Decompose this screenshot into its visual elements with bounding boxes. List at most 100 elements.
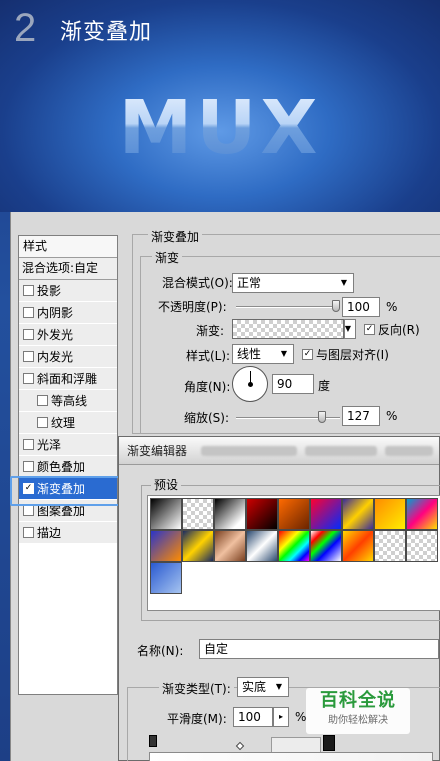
blend-options-item[interactable]: 混合选项:自定	[19, 258, 117, 280]
gradient-bar[interactable]	[149, 752, 433, 761]
align-label: 与图层对齐(I)	[316, 348, 389, 362]
style-item[interactable]: 光泽	[19, 434, 117, 456]
preset-swatch[interactable]	[374, 498, 406, 530]
style-label: 样式(L):	[186, 349, 231, 363]
style-item-label: 纹理	[51, 415, 76, 430]
name-label: 名称(N):	[137, 644, 184, 658]
align-option[interactable]: ✓ 与图层对齐(I)	[302, 346, 389, 363]
opacity-stop-left[interactable]	[149, 735, 157, 747]
angle-dial[interactable]	[232, 366, 268, 402]
chevron-down-icon: ▼	[344, 324, 352, 333]
style-item-label: 光泽	[37, 437, 62, 452]
style-item-checkbox[interactable]	[23, 439, 34, 450]
gradient-type-label: 渐变类型(T):	[159, 680, 234, 697]
opacity-row: 不透明度(P):	[158, 298, 227, 315]
blurred-text	[385, 446, 433, 456]
style-item[interactable]: 内发光	[19, 346, 117, 368]
opacity-slider-thumb[interactable]	[332, 300, 340, 312]
name-input[interactable]: 自定	[199, 639, 439, 659]
scale-label: 缩放(S):	[184, 411, 230, 425]
step-number: 2	[14, 6, 37, 50]
scale-slider[interactable]	[236, 411, 340, 423]
preset-swatch[interactable]	[406, 530, 438, 562]
editor-title-bar[interactable]: 渐变编辑器	[119, 437, 439, 465]
mux-logo: MUX	[0, 85, 440, 171]
style-item[interactable]: 内阴影	[19, 302, 117, 324]
scale-unit: %	[386, 409, 398, 423]
blend-mode-select[interactable]: 正常 ▼	[232, 273, 354, 293]
style-item-checkbox[interactable]	[23, 527, 34, 538]
style-item[interactable]: 描边	[19, 522, 117, 544]
preset-swatch[interactable]	[182, 530, 214, 562]
gradient-preview[interactable]	[232, 319, 344, 339]
scale-input[interactable]: 127	[342, 406, 380, 426]
scale-row: 缩放(S):	[184, 409, 229, 426]
blurred-text	[201, 446, 297, 456]
style-select[interactable]: 线性 ▼	[232, 344, 294, 364]
style-value: 线性	[237, 347, 262, 361]
style-item-label: 外发光	[37, 327, 74, 342]
hero-banner: 2 渐变叠加 MUX	[0, 0, 440, 212]
style-item-checkbox[interactable]	[23, 329, 34, 340]
preset-swatch[interactable]	[278, 498, 310, 530]
chevron-down-icon: ▼	[275, 682, 283, 691]
watermark-main: 百科全说	[320, 690, 396, 711]
style-item-checkbox[interactable]	[23, 351, 34, 362]
style-item-checkbox[interactable]	[23, 461, 34, 472]
preset-swatch[interactable]	[342, 530, 374, 562]
style-item[interactable]: 颜色叠加	[19, 456, 117, 478]
style-item-checkbox[interactable]	[23, 307, 34, 318]
smoothness-stepper[interactable]: ▸	[273, 707, 289, 727]
style-item[interactable]: 纹理	[19, 412, 117, 434]
style-item[interactable]: 外发光	[19, 324, 117, 346]
gradient-dropdown[interactable]: ▼	[344, 319, 356, 339]
selection-highlight	[10, 476, 121, 506]
preset-swatch[interactable]	[150, 498, 182, 530]
opacity-slider[interactable]	[236, 300, 340, 312]
blurred-text	[305, 446, 377, 456]
style-item-checkbox[interactable]	[23, 373, 34, 384]
opacity-stop-right[interactable]	[323, 735, 335, 751]
opacity-unit: %	[386, 300, 398, 314]
preset-swatch[interactable]	[246, 530, 278, 562]
opacity-label: 不透明度(P):	[158, 300, 227, 314]
style-item[interactable]: 投影	[19, 280, 117, 302]
preset-swatch[interactable]	[246, 498, 278, 530]
opacity-input[interactable]: 100	[342, 297, 380, 317]
align-checkbox[interactable]: ✓	[302, 349, 313, 360]
style-item-checkbox[interactable]	[37, 417, 48, 428]
reverse-checkbox[interactable]: ✓	[364, 324, 375, 335]
style-item-label: 等高线	[51, 393, 88, 408]
reverse-option[interactable]: ✓ 反向(R)	[364, 321, 420, 338]
styles-heading[interactable]: 样式	[19, 236, 117, 258]
scale-slider-thumb[interactable]	[317, 411, 326, 423]
smoothness-input[interactable]: 100	[233, 707, 273, 727]
preset-swatch[interactable]	[150, 562, 182, 594]
style-item[interactable]: 斜面和浮雕	[19, 368, 117, 390]
preset-swatches	[147, 495, 440, 611]
preset-swatch[interactable]	[214, 498, 246, 530]
preset-swatch[interactable]	[214, 530, 246, 562]
style-item-label: 投影	[37, 283, 62, 298]
preset-swatch[interactable]	[150, 530, 182, 562]
preset-swatch[interactable]	[374, 530, 406, 562]
preset-swatch[interactable]	[342, 498, 374, 530]
style-item-checkbox[interactable]	[23, 505, 34, 516]
preset-swatch[interactable]	[310, 530, 342, 562]
style-item[interactable]: 等高线	[19, 390, 117, 412]
preset-swatch[interactable]	[310, 498, 342, 530]
scale-slider-track	[236, 411, 340, 423]
gradient-overlay-title: 渐变叠加	[148, 228, 203, 245]
reverse-label: 反向(R)	[378, 323, 420, 337]
blend-mode-value: 正常	[237, 276, 262, 290]
preset-swatch[interactable]	[182, 498, 214, 530]
angle-row: 角度(N):	[184, 378, 230, 395]
style-item-checkbox[interactable]	[23, 285, 34, 296]
preset-swatch[interactable]	[278, 530, 310, 562]
gradient-type-value: 实底	[242, 680, 267, 694]
style-item-label: 描边	[37, 525, 62, 540]
preset-swatch[interactable]	[406, 498, 438, 530]
angle-input[interactable]: 90	[272, 374, 314, 394]
gradient-type-select[interactable]: 实底 ▼	[237, 677, 289, 697]
style-item-checkbox[interactable]	[37, 395, 48, 406]
